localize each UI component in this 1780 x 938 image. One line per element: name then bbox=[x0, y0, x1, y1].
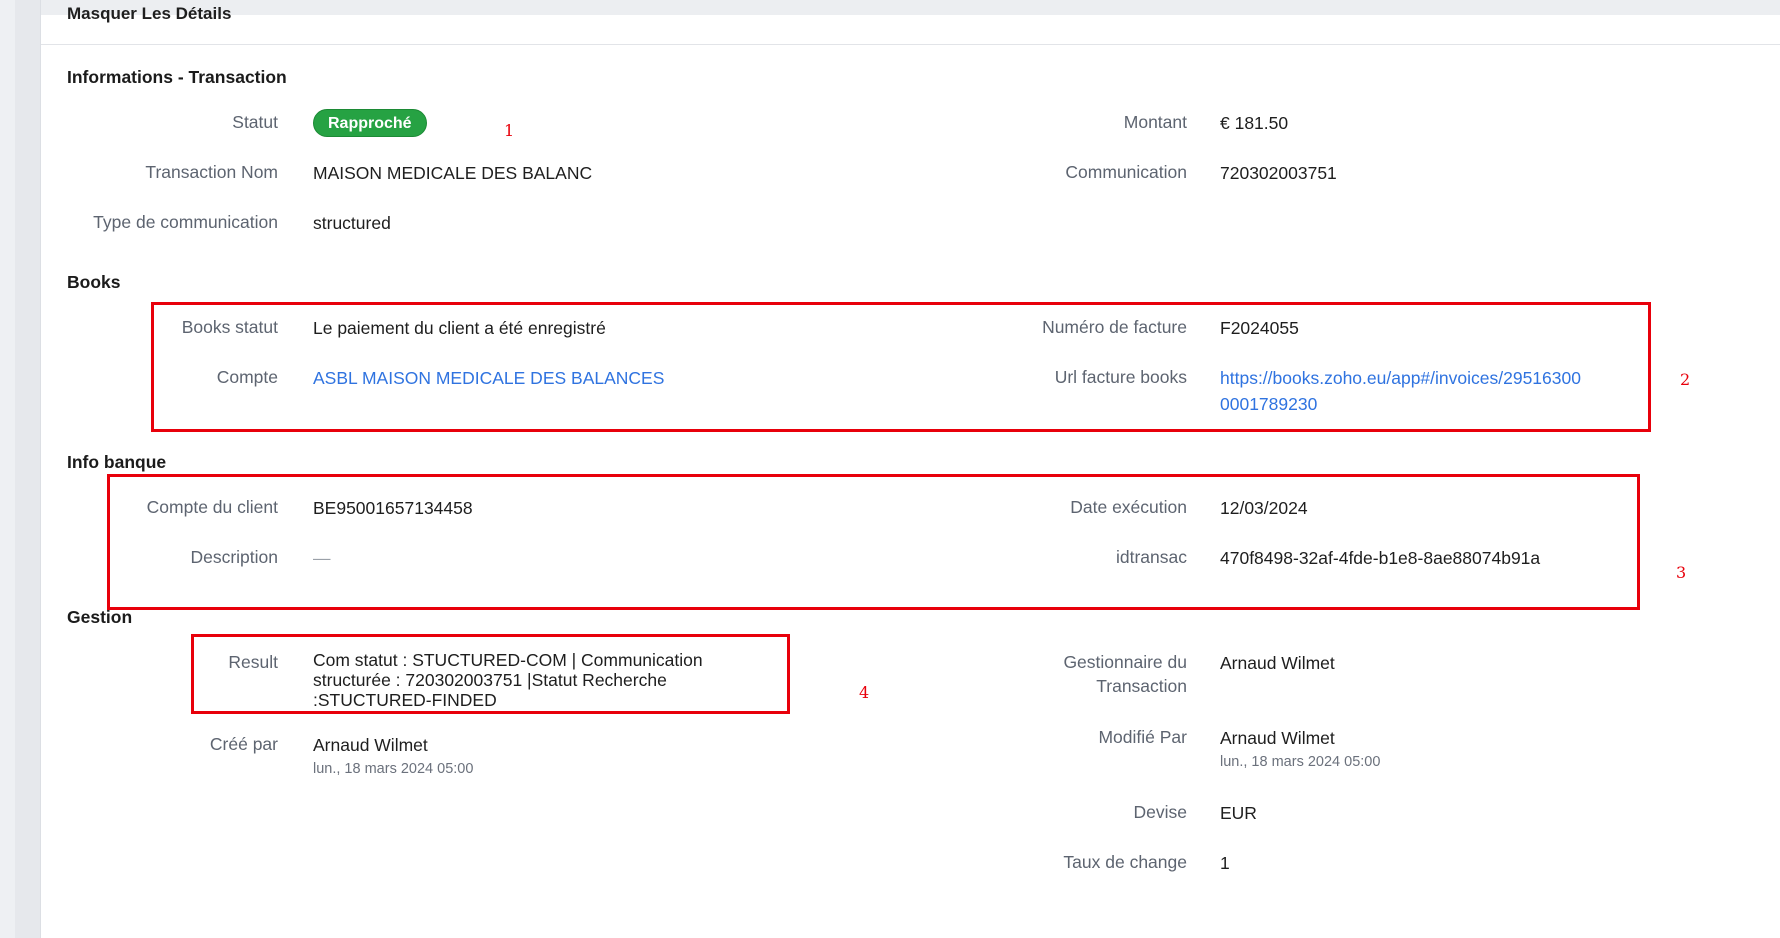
modifie-par-label: Modifié Par bbox=[1098, 727, 1187, 747]
communication-label: Communication bbox=[1065, 162, 1187, 182]
statut-label: Statut bbox=[232, 112, 278, 132]
top-bar bbox=[41, 0, 1780, 15]
modifie-par-date: lun., 18 mars 2024 05:00 bbox=[1220, 754, 1381, 770]
left-gutter bbox=[0, 0, 41, 938]
annotation-number-2: 2 bbox=[1680, 370, 1691, 389]
annotation-box-3 bbox=[107, 474, 1640, 610]
taux-change-value: 1 bbox=[1220, 853, 1230, 873]
hide-details-link[interactable]: Masquer Les Détails bbox=[67, 4, 231, 24]
annotation-number-1: 1 bbox=[504, 121, 515, 140]
communication-value: 720302003751 bbox=[1220, 163, 1337, 183]
devise-label: Devise bbox=[1133, 802, 1188, 822]
type-communication-value: structured bbox=[313, 213, 391, 233]
montant-value: € 181.50 bbox=[1220, 113, 1289, 133]
header-divider bbox=[41, 44, 1780, 45]
section-title-transaction: Informations - Transaction bbox=[67, 67, 287, 87]
cree-par-date: lun., 18 mars 2024 05:00 bbox=[313, 761, 474, 777]
section-title-gestion: Gestion bbox=[67, 607, 133, 627]
gestionnaire-value: Arnaud Wilmet bbox=[1220, 653, 1335, 673]
status-badge: Rapproché bbox=[313, 109, 427, 137]
gestionnaire-label-line1: Gestionnaire du bbox=[1063, 652, 1187, 672]
modifie-par-value: Arnaud Wilmet bbox=[1220, 728, 1335, 748]
annotation-number-3: 3 bbox=[1676, 563, 1687, 582]
cree-par-label: Créé par bbox=[209, 734, 278, 754]
transaction-nom-value: MAISON MEDICALE DES BALANC bbox=[313, 163, 593, 183]
taux-change-label: Taux de change bbox=[1063, 852, 1187, 872]
cree-par-value: Arnaud Wilmet bbox=[313, 735, 428, 755]
montant-label: Montant bbox=[1123, 112, 1187, 132]
gutter-edge bbox=[15, 0, 41, 938]
annotation-box-2 bbox=[151, 302, 1651, 432]
gestionnaire-label-line2: Transaction bbox=[1096, 676, 1187, 696]
section-title-banque: Info banque bbox=[67, 452, 167, 472]
annotation-number-4: 4 bbox=[859, 683, 870, 702]
type-communication-label: Type de communication bbox=[93, 212, 278, 232]
section-title-books: Books bbox=[67, 272, 121, 292]
transaction-nom-label: Transaction Nom bbox=[145, 162, 278, 182]
annotation-box-4 bbox=[191, 634, 790, 714]
devise-value: EUR bbox=[1220, 803, 1257, 823]
